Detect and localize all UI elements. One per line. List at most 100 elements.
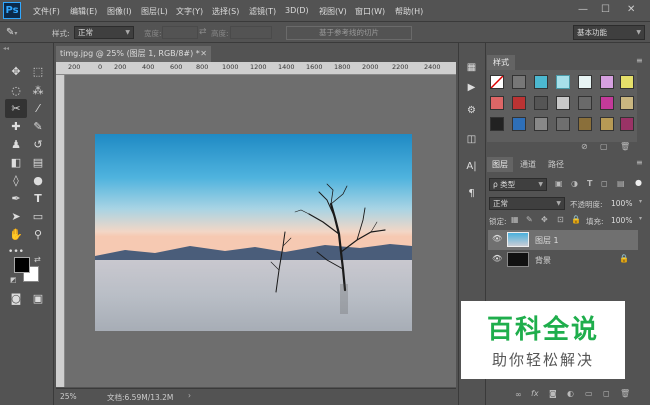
link-layers-icon[interactable]: ∞ — [515, 390, 522, 399]
chevron-down-icon[interactable]: ▾ — [639, 215, 642, 222]
type-tool-icon[interactable]: T — [27, 189, 49, 208]
style-swatch[interactable] — [534, 75, 548, 89]
move-tool-icon[interactable]: ✥ — [5, 62, 27, 81]
document-image[interactable] — [95, 134, 412, 331]
close-document-icon[interactable]: ✕ — [200, 46, 207, 62]
style-swatch[interactable] — [556, 117, 570, 131]
chevron-down-icon[interactable]: ▾ — [639, 198, 642, 205]
menu-file[interactable]: 文件(F) — [33, 6, 60, 17]
delete-layer-icon[interactable]: 🗑 — [620, 389, 630, 398]
menu-layer[interactable]: 图层(L) — [141, 6, 168, 17]
menu-edit[interactable]: 编辑(E) — [70, 6, 97, 17]
quick-mask-icon[interactable]: ◙ — [5, 289, 27, 308]
menu-view[interactable]: 视图(V) — [319, 6, 347, 17]
style-swatch-none[interactable] — [490, 75, 504, 89]
document-tab[interactable]: timg.jpg @ 25% (图层 1, RGB/8#) * ✕ — [56, 46, 211, 62]
menu-3d[interactable]: 3D(D) — [285, 6, 309, 15]
filter-adjustment-icon[interactable]: ◑ — [571, 179, 578, 188]
visibility-eye-icon[interactable]: 👁 — [492, 234, 502, 243]
opacity-value[interactable]: 100% — [611, 199, 632, 208]
layer-name[interactable]: 背景 — [535, 255, 551, 266]
fill-value[interactable]: 100% — [611, 216, 632, 225]
panel-menu-icon[interactable]: ≡ — [636, 158, 643, 167]
tab-layers[interactable]: 图层 — [487, 157, 513, 172]
style-swatch[interactable] — [512, 75, 526, 89]
character-panel-icon[interactable]: A| — [462, 157, 481, 176]
swap-colors-icon[interactable]: ⇄ — [34, 255, 41, 264]
panel-menu-icon[interactable]: ≡ — [636, 56, 643, 65]
hand-tool-icon[interactable]: ✋ — [5, 225, 27, 244]
new-group-icon[interactable]: ▭ — [585, 389, 593, 398]
zoom-level[interactable]: 25% — [60, 392, 77, 401]
style-swatch[interactable] — [578, 117, 592, 131]
slice-tool-icon[interactable]: ✂ — [5, 99, 27, 118]
new-style-icon[interactable]: ▢ — [600, 142, 608, 151]
visibility-eye-icon[interactable]: 👁 — [492, 254, 502, 263]
layer-style-icon[interactable]: fx — [531, 389, 539, 398]
workspace-select[interactable]: 基本功能 ▼ — [573, 25, 645, 40]
style-swatch[interactable] — [490, 117, 504, 131]
style-swatch[interactable] — [556, 75, 570, 89]
lock-position-icon[interactable]: ✥ — [541, 215, 548, 224]
minimize-button[interactable]: — — [578, 4, 588, 15]
layer-row[interactable]: 👁 图层 1 — [488, 230, 638, 250]
gradient-tool-icon[interactable]: ▤ — [27, 153, 49, 172]
style-swatch[interactable] — [534, 117, 548, 131]
blend-mode-select[interactable]: 正常 ▼ — [489, 197, 565, 210]
collapse-toolbar-icon[interactable]: ◂◂ — [3, 45, 9, 52]
style-swatch[interactable] — [620, 117, 634, 131]
history-panel-icon[interactable]: ▦ — [462, 58, 481, 77]
paragraph-panel-icon[interactable]: ¶ — [462, 184, 481, 203]
menu-help[interactable]: 帮助(H) — [395, 6, 423, 17]
tab-channels[interactable]: 通道 — [515, 157, 541, 172]
lock-transparency-icon[interactable]: ▦ — [511, 215, 519, 224]
style-swatch[interactable] — [534, 96, 548, 110]
tab-styles[interactable]: 样式 — [487, 55, 515, 70]
screen-mode-icon[interactable]: ▣ — [27, 289, 49, 308]
lock-image-icon[interactable]: ✎ — [526, 215, 533, 224]
adjustments-panel-icon[interactable]: ◫ — [462, 130, 481, 149]
dodge-tool-icon[interactable]: ● — [27, 171, 49, 190]
lasso-tool-icon[interactable]: ◌ — [5, 81, 27, 100]
maximize-button[interactable]: ☐ — [601, 4, 610, 15]
filter-pixel-icon[interactable]: ▣ — [555, 179, 563, 188]
add-mask-icon[interactable]: ◙ — [549, 389, 557, 398]
adjustment-layer-icon[interactable]: ◐ — [567, 389, 574, 398]
rectangle-tool-icon[interactable]: ▭ — [27, 207, 49, 226]
marquee-tool-icon[interactable]: ⬚ — [27, 62, 49, 81]
slice-from-guides-button[interactable]: 基于参考线的切片 — [286, 26, 412, 40]
width-field[interactable] — [162, 26, 198, 39]
menu-image[interactable]: 图像(I) — [107, 6, 132, 17]
filter-smart-object-icon[interactable]: ▤ — [617, 179, 625, 188]
properties-panel-icon[interactable]: ⚙ — [462, 101, 481, 120]
style-swatch[interactable] — [556, 96, 570, 110]
style-swatch[interactable] — [600, 96, 614, 110]
swap-icon[interactable]: ⇄ — [199, 27, 207, 37]
magic-wand-tool-icon[interactable]: ⁂ — [27, 81, 49, 100]
trash-icon[interactable]: 🗑 — [620, 142, 630, 151]
zoom-tool-icon[interactable]: ⚲ — [27, 225, 49, 244]
style-swatch[interactable] — [578, 75, 592, 89]
style-swatch[interactable] — [600, 75, 614, 89]
status-menu-arrow-icon[interactable]: › — [188, 391, 191, 400]
filter-toggle-icon[interactable]: ● — [635, 178, 642, 187]
new-layer-icon[interactable]: ◻ — [603, 389, 610, 398]
pen-tool-icon[interactable]: ✒ — [5, 189, 27, 208]
default-colors-icon[interactable]: ◩ — [10, 276, 17, 284]
style-swatch[interactable] — [512, 96, 526, 110]
menu-type[interactable]: 文字(Y) — [176, 6, 203, 17]
style-swatch[interactable] — [600, 117, 614, 131]
filter-type-icon[interactable]: T — [587, 179, 592, 188]
delete-style-icon[interactable]: ⊘ — [581, 142, 588, 151]
filter-shape-icon[interactable]: ◻ — [601, 179, 608, 188]
menu-filter[interactable]: 滤镜(T) — [249, 6, 276, 17]
style-select[interactable]: 正常 ▼ — [74, 26, 134, 39]
tab-paths[interactable]: 路径 — [543, 157, 569, 172]
layer-name[interactable]: 图层 1 — [535, 235, 559, 246]
actions-panel-icon[interactable]: ▶ — [462, 78, 481, 97]
style-swatch[interactable] — [490, 96, 504, 110]
style-swatch[interactable] — [620, 75, 634, 89]
style-swatch[interactable] — [512, 117, 526, 131]
layer-row[interactable]: 👁 背景 🔒 — [488, 250, 638, 269]
height-field[interactable] — [230, 26, 272, 39]
